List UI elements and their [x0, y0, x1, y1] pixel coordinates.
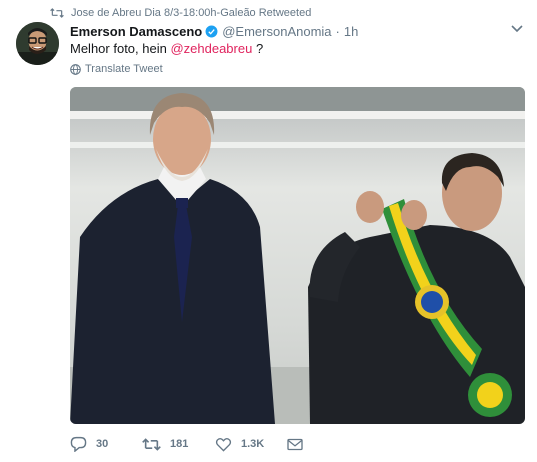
retweet-context[interactable]: Jose de Abreu Dia 8/3-18:00h-Galeão Retw… [50, 6, 311, 20]
retweet-count: 181 [170, 438, 189, 450]
tweet-actions: 30 181 1.3K [70, 434, 370, 454]
tweet-header: Emerson Damasceno @EmersonAnomia · 1h [70, 22, 358, 40]
username-handle[interactable]: @EmersonAnomia [222, 24, 331, 39]
like-button[interactable]: 1.3K [215, 434, 264, 454]
tweet-text: Melhor foto, hein @zehdeabreu ? [70, 41, 263, 56]
tweet-photo[interactable] [70, 87, 525, 424]
tweet[interactable]: Jose de Abreu Dia 8/3-18:00h-Galeão Retw… [0, 0, 537, 462]
like-count: 1.3K [241, 438, 265, 450]
translate-tweet-label: Translate Tweet [85, 63, 163, 75]
retweet-context-text: Jose de Abreu Dia 8/3-18:00h-Galeão Retw… [71, 7, 312, 19]
translate-tweet-link[interactable]: Translate Tweet [70, 63, 163, 75]
mention-link[interactable]: @zehdeabreu [170, 41, 252, 56]
verified-badge-icon [205, 25, 218, 37]
display-name[interactable]: Emerson Damasceno [70, 24, 202, 39]
tweet-text-end: ? [252, 41, 264, 56]
globe-icon [70, 63, 81, 75]
tweet-text-start: Melhor foto, hein [70, 41, 171, 56]
direct-message-button[interactable] [287, 434, 303, 454]
retweet-icon [142, 437, 161, 451]
heart-icon [215, 437, 232, 452]
separator-dot: · [335, 23, 340, 39]
avatar[interactable] [16, 22, 59, 65]
retweet-icon [50, 8, 64, 18]
chevron-down-icon[interactable] [511, 24, 523, 34]
reply-count: 30 [96, 438, 109, 450]
envelope-icon [287, 438, 303, 450]
photo-image [70, 87, 525, 424]
reply-button[interactable]: 30 [70, 434, 108, 454]
timestamp[interactable]: 1h [344, 24, 358, 39]
reply-icon [70, 436, 87, 452]
retweet-button[interactable]: 181 [142, 434, 188, 454]
